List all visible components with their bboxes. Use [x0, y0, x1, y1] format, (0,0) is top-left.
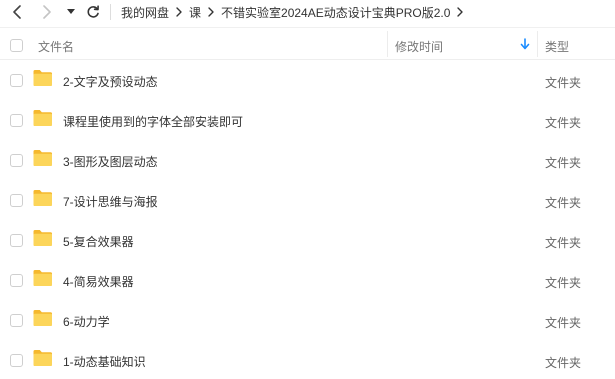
list-item[interactable]: 1-动态基础知识 文件夹	[0, 341, 615, 379]
sort-down-arrow-icon[interactable]	[520, 38, 530, 50]
toolbar-divider	[110, 4, 111, 20]
folder-icon	[33, 350, 52, 366]
row-checkbox[interactable]	[10, 274, 23, 287]
file-type: 文件夹	[545, 116, 582, 130]
column-divider[interactable]	[537, 31, 538, 57]
row-checkbox[interactable]	[10, 234, 23, 247]
row-checkbox[interactable]	[10, 114, 23, 127]
forward-button[interactable]	[38, 3, 56, 21]
folder-icon	[33, 310, 52, 326]
file-type: 文件夹	[545, 156, 582, 170]
file-name[interactable]: 1-动态基础知识	[63, 353, 146, 370]
row-checkbox[interactable]	[10, 354, 23, 367]
history-dropdown-button[interactable]	[64, 3, 78, 21]
folder-icon	[33, 150, 52, 166]
list-item[interactable]: 3-图形及图层动态 文件夹	[0, 141, 615, 181]
list-item[interactable]: 2-文字及预设动态 文件夹	[0, 61, 615, 101]
back-button[interactable]	[8, 3, 26, 21]
chevron-right-icon	[43, 5, 51, 19]
list-item[interactable]: 6-动力学 文件夹	[0, 301, 615, 341]
file-name[interactable]: 2-文字及预设动态	[63, 73, 158, 90]
file-name[interactable]: 课程里使用到的字体全部安装即可	[63, 113, 243, 130]
folder-icon	[33, 110, 52, 126]
file-type: 文件夹	[545, 196, 582, 210]
row-checkbox[interactable]	[10, 314, 23, 327]
column-header-modified[interactable]: 修改时间	[395, 38, 443, 55]
row-checkbox[interactable]	[10, 74, 23, 87]
chevron-left-icon	[13, 5, 21, 19]
column-header-type[interactable]: 类型	[545, 38, 569, 55]
list-item[interactable]: 7-设计思维与海报 文件夹	[0, 181, 615, 221]
folder-icon	[33, 190, 52, 206]
breadcrumb-item-root[interactable]: 我的网盘	[121, 4, 169, 21]
file-type: 文件夹	[545, 76, 582, 90]
column-header-name[interactable]: 文件名	[38, 38, 74, 55]
row-checkbox[interactable]	[10, 154, 23, 167]
refresh-icon	[87, 5, 99, 18]
folder-icon	[33, 70, 52, 86]
row-checkbox[interactable]	[10, 194, 23, 207]
file-name[interactable]: 3-图形及图层动态	[63, 153, 158, 170]
breadcrumb: 我的网盘 课 不错实验室2024AE动态设计宝典PRO版2.0	[121, 3, 470, 21]
chevron-right-icon	[208, 7, 214, 17]
file-name[interactable]: 6-动力学	[63, 313, 110, 330]
breadcrumb-item-course[interactable]: 课	[189, 4, 201, 21]
file-name[interactable]: 7-设计思维与海报	[63, 193, 158, 210]
folder-icon	[33, 230, 52, 246]
select-all-checkbox[interactable]	[10, 39, 23, 52]
file-name[interactable]: 4-简易效果器	[63, 273, 134, 290]
refresh-button[interactable]	[84, 3, 102, 21]
list-item[interactable]: 课程里使用到的字体全部安装即可 文件夹	[0, 101, 615, 141]
list-item[interactable]: 4-简易效果器 文件夹	[0, 261, 615, 301]
file-list: 2-文字及预设动态 文件夹 课程里使用到的字体全部安装即可 文件夹 3-图形及图…	[0, 61, 615, 379]
list-item[interactable]: 5-复合效果器 文件夹	[0, 221, 615, 261]
file-type: 文件夹	[545, 276, 582, 290]
file-type: 文件夹	[545, 316, 582, 330]
chevron-right-icon	[176, 7, 182, 17]
column-divider[interactable]	[387, 31, 388, 57]
breadcrumb-item-current[interactable]: 不错实验室2024AE动态设计宝典PRO版2.0	[221, 4, 450, 21]
file-type: 文件夹	[545, 236, 582, 250]
toolbar: 我的网盘 课 不错实验室2024AE动态设计宝典PRO版2.0	[0, 0, 615, 26]
caret-down-icon	[67, 9, 75, 14]
column-header: 文件名 修改时间 类型	[0, 27, 615, 60]
chevron-right-icon[interactable]	[457, 7, 464, 17]
folder-icon	[33, 270, 52, 286]
file-name[interactable]: 5-复合效果器	[63, 233, 134, 250]
file-type: 文件夹	[545, 356, 582, 370]
